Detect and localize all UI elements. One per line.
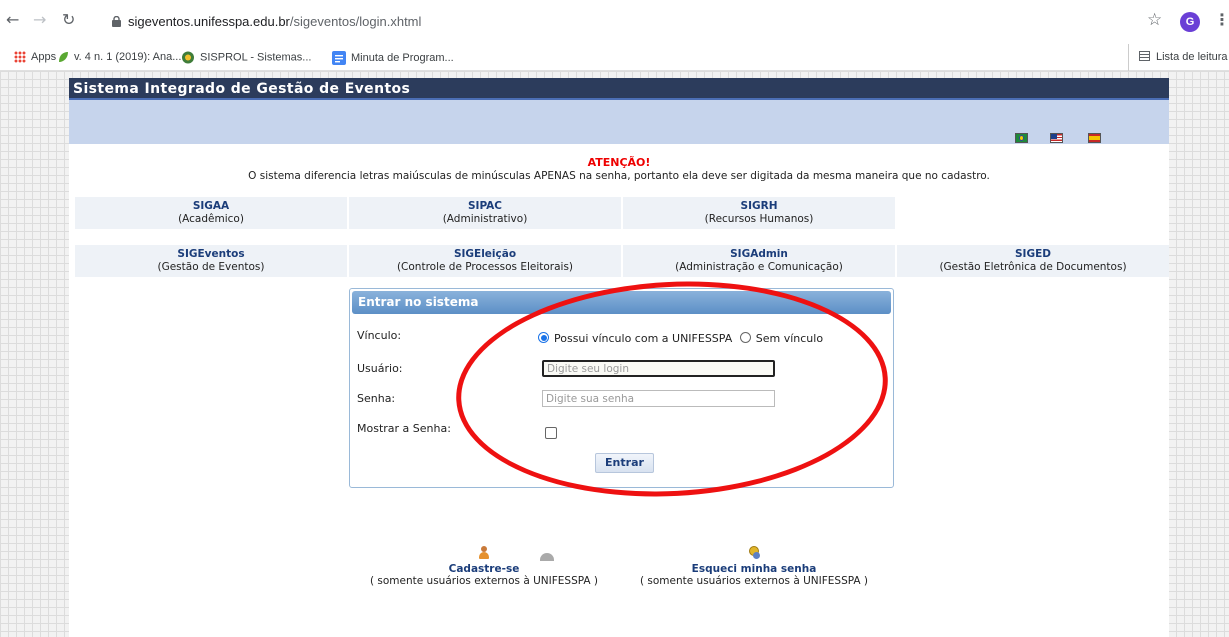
- system-link-siged[interactable]: SIGED (Gestão Eletrônica de Documentos): [897, 245, 1169, 277]
- page-background: Sistema Integrado de Gestão de Eventos A…: [0, 71, 1229, 637]
- forward-arrow-icon[interactable]: →: [33, 10, 46, 29]
- systems-row: SIGAA (Acadêmico) SIPAC (Administrativo)…: [75, 197, 1169, 229]
- page-title: Sistema Integrado de Gestão de Eventos: [69, 78, 1169, 100]
- reading-list-icon: [1139, 51, 1150, 61]
- reading-list-label: Lista de leitura: [1156, 51, 1228, 63]
- system-desc: (Administração e Comunicação): [675, 261, 843, 273]
- bookmark-label: Apps: [31, 51, 57, 63]
- notice: ATENÇÃO! O sistema diferencia letras mai…: [69, 156, 1169, 182]
- system-name: SIGEventos: [177, 248, 245, 260]
- password-input[interactable]: [542, 390, 775, 407]
- leaf-icon: [59, 52, 68, 63]
- system-name: SIGAA: [192, 200, 230, 212]
- back-arrow-icon[interactable]: ←: [6, 10, 19, 29]
- system-name: SIGAdmin: [730, 248, 788, 260]
- login-submit-button[interactable]: Entrar: [595, 453, 654, 473]
- radio-label: Sem vínculo: [755, 332, 824, 345]
- show-password-checkbox[interactable]: [545, 427, 557, 439]
- bookmark-apps[interactable]: Apps: [14, 51, 57, 64]
- system-desc: (Administrativo): [442, 213, 528, 225]
- docs-icon: [332, 51, 346, 65]
- bookmarks-bar: Apps v. 4 n. 1 (2019): Ana... SISPROL - …: [0, 44, 1229, 71]
- system-name: SIGEleição: [453, 248, 517, 260]
- login-panel-title: Entrar no sistema: [352, 291, 891, 314]
- notice-heading: ATENÇÃO!: [587, 156, 651, 169]
- system-link-sigrh[interactable]: SIGRH (Recursos Humanos): [623, 197, 895, 229]
- system-name: SIGRH: [740, 200, 778, 212]
- bookmark-label: SISPROL - Sistemas...: [200, 51, 312, 64]
- bookmark-label: v. 4 n. 1 (2019): Ana...: [74, 51, 182, 63]
- systems-row: SIGEventos (Gestão de Eventos) SIGEleiçã…: [75, 245, 1169, 277]
- brazil-flag-icon[interactable]: [1015, 133, 1028, 143]
- bookmark-label: Minuta de Program...: [351, 51, 454, 64]
- notice-message: O sistema diferencia letras maiúsculas d…: [248, 170, 990, 182]
- url-host: sigeventos.unifesspa.edu.br: [128, 14, 290, 29]
- system-desc: (Acadêmico): [178, 213, 244, 225]
- system-link-sigeleicao[interactable]: SIGEleição (Controle de Processos Eleito…: [349, 245, 621, 277]
- key-icon: [747, 546, 761, 560]
- main-content: Sistema Integrado de Gestão de Eventos A…: [69, 78, 1169, 637]
- forgot-desc: ( somente usuários externos à UNIFESSPA …: [639, 575, 869, 587]
- forgot-password-link[interactable]: Esqueci minha senha: [624, 563, 884, 575]
- bookmark-item[interactable]: v. 4 n. 1 (2019): Ana...: [58, 51, 181, 63]
- system-link-sigaa[interactable]: SIGAA (Acadêmico): [75, 197, 347, 229]
- language-band: [69, 100, 1169, 144]
- system-desc: (Gestão de Eventos): [157, 261, 265, 273]
- user-add-icon: [478, 546, 490, 560]
- register-link-block: Cadastre-se ( somente usuários externos …: [359, 546, 609, 587]
- radio-possui-vinculo[interactable]: [538, 332, 549, 343]
- forgot-link-block: Esqueci minha senha ( somente usuários e…: [624, 546, 884, 587]
- login-panel: Entrar no sistema Vínculo: Possui víncul…: [349, 288, 894, 488]
- system-desc: (Controle de Processos Eleitorais): [396, 261, 574, 273]
- show-password-label: Mostrar a Senha:: [357, 422, 451, 435]
- reading-list-button[interactable]: Lista de leitura: [1128, 44, 1228, 71]
- password-label: Senha:: [357, 392, 396, 405]
- coat-of-arms-icon: [182, 51, 194, 64]
- radio-sem-vinculo[interactable]: [739, 332, 751, 343]
- user-label: Usuário:: [357, 362, 403, 375]
- partial-logo-icon: [540, 553, 554, 561]
- system-link-sipac[interactable]: SIPAC (Administrativo): [349, 197, 621, 229]
- login-input[interactable]: [542, 360, 775, 377]
- menu-kebab-icon[interactable]: ⋮: [1214, 10, 1229, 29]
- system-link-sigeventos[interactable]: SIGEventos (Gestão de Eventos): [75, 245, 347, 277]
- register-link[interactable]: Cadastre-se: [359, 563, 609, 575]
- radio-label: Possui vínculo com a UNIFESSPA: [554, 332, 733, 345]
- system-link-sigadmin[interactable]: SIGAdmin (Administração e Comunicação): [623, 245, 895, 277]
- bookmark-star-icon[interactable]: ☆: [1147, 10, 1162, 30]
- address-bar[interactable]: sigeventos.unifesspa.edu.br/sigeventos/l…: [112, 9, 907, 35]
- bookmark-item[interactable]: Minuta de Program...: [332, 51, 454, 65]
- profile-avatar[interactable]: G: [1180, 12, 1200, 32]
- register-desc: ( somente usuários externos à UNIFESSPA …: [369, 575, 599, 587]
- system-name: SIGED: [1015, 248, 1051, 260]
- system-desc: (Gestão Eletrônica de Documentos): [939, 261, 1127, 273]
- apps-grid-icon: [14, 51, 26, 64]
- browser-toolbar: ← → ↻ sigeventos.unifesspa.edu.br/sigeve…: [0, 0, 1229, 44]
- system-name: SIPAC: [467, 200, 503, 212]
- lock-icon: [112, 16, 121, 27]
- usa-flag-icon[interactable]: [1050, 133, 1063, 143]
- reload-icon[interactable]: ↻: [62, 10, 75, 29]
- vinculo-radio-group: Possui vínculo com a UNIFESSPA Sem víncu…: [538, 332, 823, 345]
- vinculo-label: Vínculo:: [357, 329, 402, 342]
- bookmark-item[interactable]: SISPROL - Sistemas...: [181, 51, 311, 64]
- spain-flag-icon[interactable]: [1088, 133, 1101, 143]
- url-path: /sigeventos/login.xhtml: [289, 14, 422, 29]
- system-desc: (Recursos Humanos): [704, 213, 814, 225]
